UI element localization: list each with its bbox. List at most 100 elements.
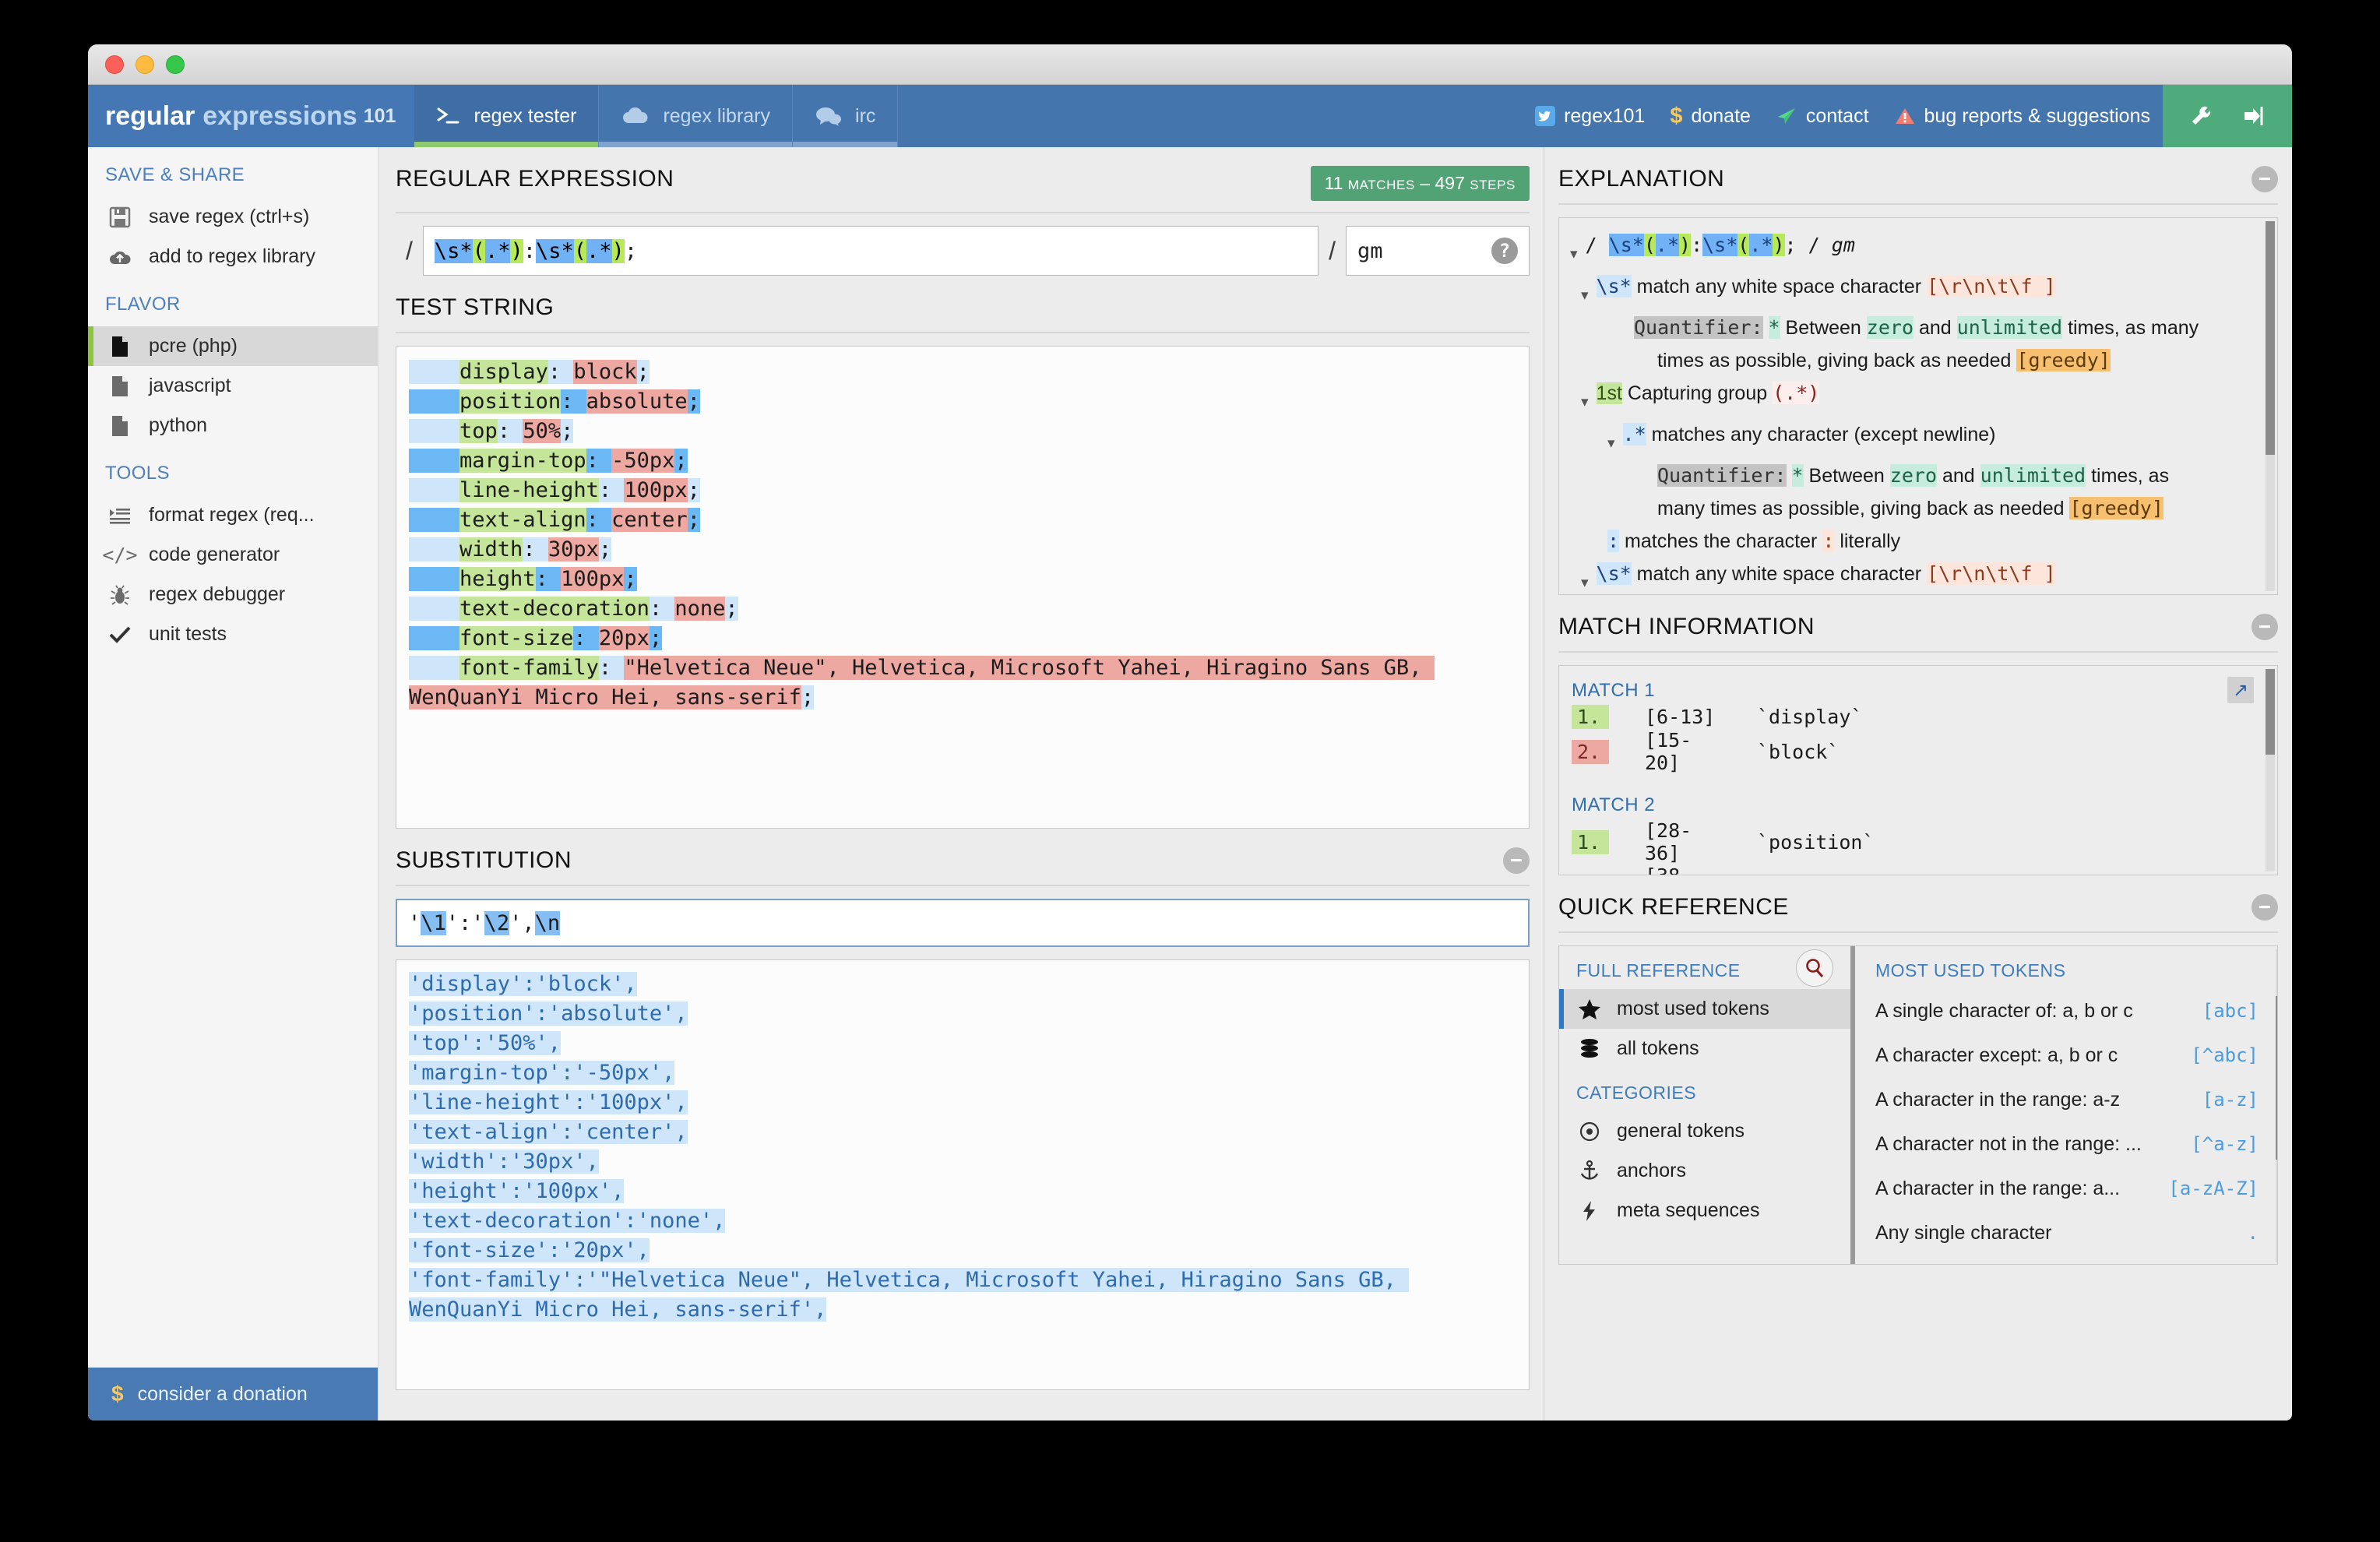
quick-reference-category-anchors[interactable]: anchors	[1559, 1151, 1850, 1191]
chevron-down-icon[interactable]: ▾	[1581, 386, 1597, 418]
checkmark-icon	[107, 625, 133, 644]
test-string-line: font-family: "Helvetica Neue", Helvetica…	[409, 656, 1435, 709]
regex-token: )	[611, 238, 625, 263]
regex-token: .*	[586, 238, 612, 263]
substitution-input[interactable]: ' \1 ':' \2 ', \n	[396, 899, 1530, 947]
nav-action-group	[2163, 85, 2292, 147]
explanation-row: : matches the character : literally	[1570, 525, 2263, 558]
match-group-range: [28-36]	[1645, 819, 1692, 864]
quick-reference-row[interactable]: A character except: a, b or c [^abc]	[1866, 1033, 2266, 1078]
quick-reference-scroll-thumb[interactable]	[2276, 996, 2277, 1160]
quick-reference-scrollbar[interactable]	[2276, 949, 2277, 1262]
file-icon	[107, 375, 133, 397]
quick-reference-category-general-tokens[interactable]: general tokens	[1559, 1111, 1850, 1151]
explanation-scroll-thumb[interactable]	[2266, 221, 2275, 455]
quick-reference-row[interactable]: A character in the range: a-z [a-z]	[1866, 1078, 2266, 1122]
step-count: 497	[1435, 173, 1465, 193]
site-logo[interactable]: regular expressions 101	[88, 85, 415, 147]
sidebar-item-regex-debugger[interactable]: regex debugger	[88, 575, 378, 614]
tab-regex-tester[interactable]: regex tester	[414, 85, 600, 147]
sidebar-item-pcre-php[interactable]: pcre (php)	[88, 326, 378, 366]
sidebar-item-add-to-regex-library[interactable]: add to regex library	[88, 237, 378, 276]
wrench-icon[interactable]	[2188, 103, 2214, 129]
match-group-number: 1.	[1572, 829, 1609, 854]
nav-link-contact[interactable]: contact	[1763, 105, 1882, 128]
sidebar-item-python[interactable]: python	[88, 406, 378, 445]
sidebar-item-javascript[interactable]: javascript	[88, 366, 378, 406]
full-reference-heading: FULL REFERENCE	[1576, 960, 1741, 980]
match-information-scrollbar[interactable]	[2266, 669, 2275, 871]
logo-part-2: expressions	[202, 100, 357, 131]
regex-close-delimiter: /	[1329, 236, 1336, 265]
test-string-line: height: 100px;	[409, 567, 637, 591]
chevron-down-icon[interactable]: ▾	[1607, 428, 1623, 459]
collapse-substitution-button[interactable]: −	[1503, 847, 1530, 874]
regex-open-delimiter: /	[406, 236, 413, 265]
quick-reference-body: FULL REFERENCE most used tokens all toke…	[1559, 946, 2277, 1264]
explanation-row: many times as possible, giving back as n…	[1570, 492, 2263, 525]
sign-in-icon[interactable]	[2241, 103, 2267, 129]
quick-reference-right-pane: MOST USED TOKENS A single character of: …	[1855, 946, 2277, 1264]
nav-link-regex101[interactable]: regex101	[1523, 105, 1657, 128]
minimize-window-button[interactable]	[136, 55, 154, 74]
search-icon[interactable]	[1796, 949, 1833, 987]
explanation-token: :	[1691, 234, 1703, 256]
explanation-text: and	[1918, 317, 1952, 339]
quick-reference-category-meta-sequences[interactable]: meta sequences	[1559, 1191, 1850, 1230]
explanation-scrollbar[interactable]	[2266, 221, 2275, 591]
regex-input[interactable]: \s*(.*): \s*(.*);	[422, 226, 1319, 276]
greedy-badge: [greedy]	[2069, 497, 2163, 519]
help-icon[interactable]: ?	[1491, 238, 1518, 264]
test-string-textarea[interactable]: display: block; position: absolute; top:…	[396, 346, 1530, 829]
tab-regex-library[interactable]: regex library	[599, 85, 794, 147]
target-icon	[1576, 1121, 1603, 1142]
tab-irc[interactable]: irc	[793, 85, 899, 147]
section-divider	[396, 332, 1530, 333]
substitution-backreference: \1	[421, 910, 446, 935]
nav-link-bug-reports[interactable]: bug reports & suggestions	[1882, 105, 2163, 128]
match-information-scroll-thumb[interactable]	[2266, 669, 2275, 755]
sidebar-item-format-regex[interactable]: format regex (req...	[88, 495, 378, 535]
quick-reference-row[interactable]: A single character of: a, b or c [abc]	[1866, 989, 2266, 1033]
explanation-token: )	[1679, 234, 1692, 256]
match-information-header: MATCH INFORMATION −	[1558, 595, 2278, 640]
test-string-line: position: absolute;	[409, 389, 700, 414]
quick-reference-row[interactable]: Any single character.	[1866, 1211, 2266, 1255]
regex-flags-input[interactable]: gm ?	[1346, 226, 1530, 276]
match-group-range: [38-46]	[1609, 864, 1726, 875]
logo-part-1: regular	[105, 100, 195, 131]
categories-heading: CATEGORIES	[1576, 1083, 1697, 1103]
sidebar-item-unit-tests[interactable]: unit tests	[88, 614, 378, 654]
collapse-match-information-button[interactable]: −	[2251, 614, 2278, 640]
explanation-token: (	[1643, 234, 1656, 256]
maximize-window-button[interactable]	[166, 55, 185, 74]
quick-reference-item-most-used-tokens[interactable]: most used tokens	[1559, 989, 1850, 1029]
sidebar-label-unit-tests: unit tests	[149, 623, 227, 645]
explanation-token: \s*	[1596, 275, 1632, 297]
chevron-down-icon[interactable]: ▾	[1581, 280, 1597, 312]
collapse-quick-reference-button[interactable]: −	[2251, 894, 2278, 921]
chevron-down-icon[interactable]: ▾	[1581, 567, 1597, 594]
substitution-result-line: 'margin-top':'-50px',	[409, 1061, 675, 1085]
sidebar-item-code-generator[interactable]: </> code generator	[88, 535, 378, 575]
nav-link-label-donate: donate	[1691, 104, 1751, 127]
sidebar-item-save-regex[interactable]: save regex (ctrl+s)	[88, 197, 378, 237]
quantifier-max: unlimited	[1980, 464, 2086, 487]
quick-reference-row[interactable]: A character not in the range: ... [^a-z]	[1866, 1122, 2266, 1167]
consider-donation-button[interactable]: $ consider a donation	[88, 1368, 378, 1421]
quick-reference-item-all-tokens[interactable]: all tokens	[1559, 1029, 1850, 1068]
tab-inactive-underline	[793, 142, 898, 147]
regex-token: \s*	[535, 238, 574, 263]
sidebar-heading-tools: TOOLS	[105, 463, 170, 484]
explanation-text: many times as possible, giving back as n…	[1657, 498, 2065, 519]
quick-reference-row[interactable]: A character in the range: a... [a-zA-Z]	[1866, 1167, 2266, 1211]
expand-matches-icon[interactable]: ↗	[2227, 677, 2254, 703]
close-window-button[interactable]	[105, 55, 124, 74]
regex-token: :	[523, 238, 536, 263]
nav-link-donate[interactable]: $ donate	[1657, 104, 1763, 129]
collapse-explanation-button[interactable]: −	[2251, 166, 2278, 192]
test-string-header: TEST STRING	[396, 276, 1530, 321]
chevron-down-icon[interactable]: ▾	[1570, 238, 1586, 270]
match-row: 2.[38-46]`absolute`	[1572, 864, 2263, 875]
regex-token: )	[510, 238, 523, 263]
